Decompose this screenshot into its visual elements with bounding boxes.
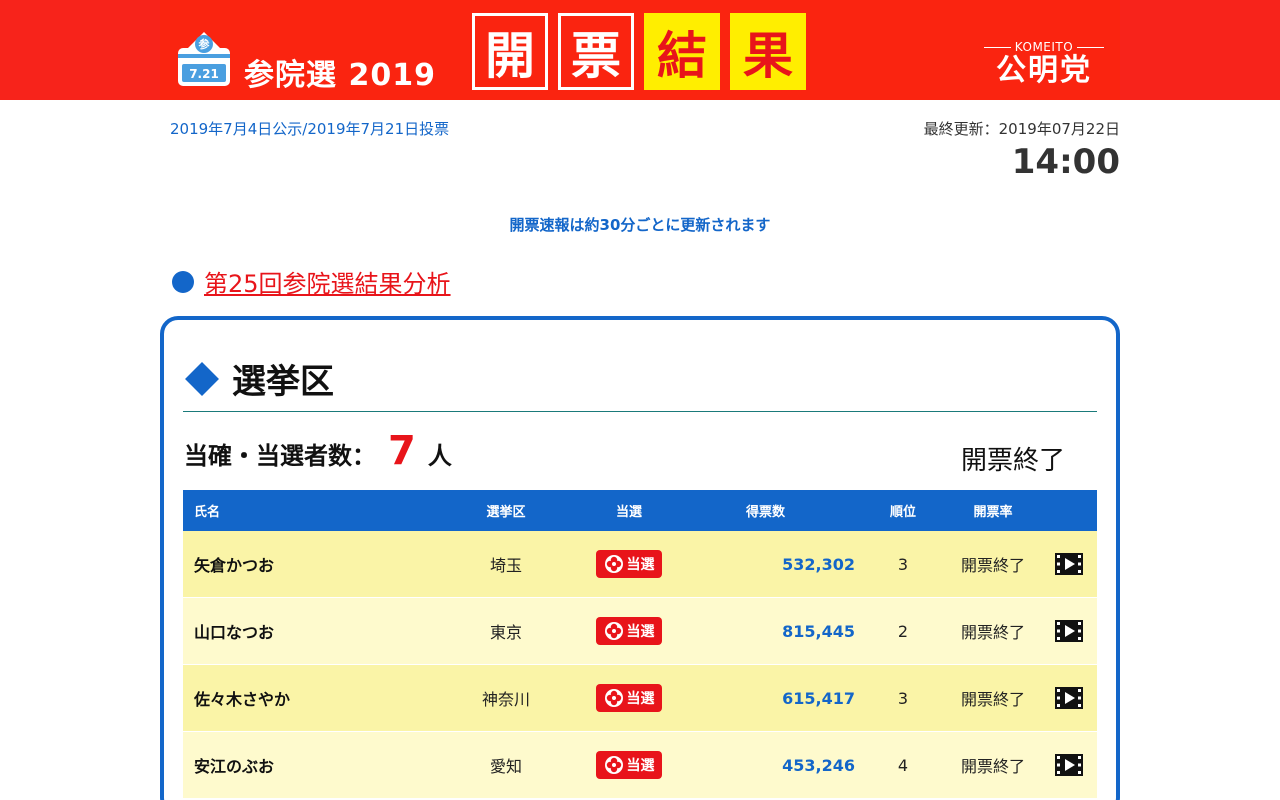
result-char-1: 開 <box>472 13 548 90</box>
table-row: 佐々木さやか 神奈川 当選 615,417 3 開票終了 <box>183 665 1097 732</box>
winner-count-number: 7 <box>388 428 416 474</box>
flower-icon <box>604 555 623 573</box>
video-icon[interactable] <box>1055 553 1083 575</box>
header-elected: 当選 <box>615 505 642 520</box>
candidate-name: 矢倉かつお <box>194 556 275 575</box>
party-sub: KOMEITO <box>984 40 1104 54</box>
video-icon[interactable] <box>1055 754 1083 776</box>
elected-text: 当選 <box>626 624 655 640</box>
analysis-link-text[interactable]: 第25回参院選結果分析 <box>204 264 451 299</box>
result-char-2: 票 <box>558 13 634 90</box>
elected-cell: 当選 <box>565 617 693 645</box>
table-row: 山口なつお 東京 当選 815,445 2 開票終了 <box>183 598 1097 665</box>
result-char-4: 果 <box>730 13 806 90</box>
header-votes: 得票数 <box>745 505 785 520</box>
table-row: 安江のぶお 愛知 当選 453,246 4 開票終了 <box>183 732 1097 799</box>
ballot-box-icon: 参 7.21 <box>178 32 230 86</box>
vote-count: 615,417 <box>782 688 855 708</box>
header-name: 氏名 <box>194 505 221 520</box>
elected-text: 当選 <box>626 691 655 707</box>
header-rate: 開票率 <box>973 505 1013 520</box>
candidate-district: 埼玉 <box>489 556 522 575</box>
elected-badge: 当選 <box>596 550 662 578</box>
party-logo[interactable]: KOMEITO 公明党 <box>984 40 1104 88</box>
candidate-name: 山口なつお <box>194 623 275 642</box>
rank: 2 <box>897 621 909 641</box>
count-status: 開票終了 <box>961 446 1066 476</box>
election-title: 参院選 2019 <box>244 58 436 93</box>
video-cell <box>1035 620 1097 642</box>
district-results-card: 選挙区 当確・当選者数： 7 人 開票終了 氏名 選挙区 当選 得票数 順位 開… <box>160 316 1120 800</box>
elected-text: 当選 <box>626 557 655 573</box>
elected-cell: 当選 <box>565 550 693 578</box>
count-rate: 開票終了 <box>960 556 1025 575</box>
analysis-link[interactable]: 第25回参院選結果分析 <box>172 264 451 299</box>
flower-icon <box>604 689 623 707</box>
section-title: 選挙区 <box>232 362 334 402</box>
party-name: 公明党 <box>996 53 1092 88</box>
video-icon[interactable] <box>1055 620 1083 642</box>
last-updated-time: 14:00 <box>1011 142 1120 182</box>
vote-count: 532,302 <box>782 554 855 574</box>
count-rate: 開票終了 <box>960 690 1025 709</box>
elected-badge: 当選 <box>596 751 662 779</box>
candidate-district: 神奈川 <box>481 690 530 709</box>
header-district: 選挙区 <box>486 505 526 520</box>
top-banner: 参 7.21 参院選 2019 開 票 結 果 KOMEITO 公明党 <box>0 0 1280 100</box>
ballot-date: 7.21 <box>189 67 219 81</box>
elected-text: 当選 <box>626 758 655 774</box>
rank: 3 <box>897 554 909 574</box>
ballot-label: 参 <box>199 37 211 51</box>
party-sub-text: KOMEITO <box>1014 40 1074 54</box>
election-dates: 2019年7月4日公示/2019年7月21日投票 <box>170 120 450 138</box>
flower-icon <box>604 756 623 774</box>
candidate-district: 愛知 <box>489 757 522 776</box>
elected-badge: 当選 <box>596 617 662 645</box>
table-row: 矢倉かつお 埼玉 当選 532,302 3 開票終了 <box>183 531 1097 598</box>
count-rate: 開票終了 <box>960 623 1025 642</box>
diamond-icon <box>185 361 219 396</box>
update-notice: 開票速報は約30分ごとに更新されます <box>509 216 771 234</box>
banner-content: 参 7.21 参院選 2019 開 票 結 果 KOMEITO 公明党 <box>160 0 1120 100</box>
candidate-name: 安江のぶお <box>194 757 275 776</box>
last-updated-label: 最終更新：2019年07月22日 <box>923 120 1120 138</box>
bullet-dot-icon <box>172 270 194 293</box>
section-header: 選挙区 <box>184 354 334 403</box>
video-cell <box>1035 754 1097 776</box>
flower-icon <box>604 622 623 640</box>
winner-count-label: 当確・当選者数： <box>184 442 376 470</box>
table-header: 氏名 選挙区 当選 得票数 順位 開票率 <box>183 490 1097 531</box>
elected-cell: 当選 <box>565 684 693 712</box>
header-rank: 順位 <box>889 505 916 520</box>
results-table: 氏名 選挙区 当選 得票数 順位 開票率 矢倉かつお 埼玉 当選 532,302… <box>183 490 1097 799</box>
video-cell <box>1035 687 1097 709</box>
candidate-name: 佐々木さやか <box>194 690 291 709</box>
video-cell <box>1035 553 1097 575</box>
vote-count: 815,445 <box>782 621 855 641</box>
rank: 4 <box>897 755 909 775</box>
result-char-3: 結 <box>644 13 720 90</box>
rank: 3 <box>897 688 909 708</box>
elected-badge: 当選 <box>596 684 662 712</box>
candidate-district: 東京 <box>489 623 522 642</box>
section-divider <box>183 411 1097 412</box>
result-heading: 開 票 結 果 <box>472 13 806 90</box>
vote-count: 453,246 <box>782 755 855 775</box>
winner-count-unit: 人 <box>427 442 452 470</box>
elected-cell: 当選 <box>565 751 693 779</box>
count-rate: 開票終了 <box>960 757 1025 776</box>
video-icon[interactable] <box>1055 687 1083 709</box>
winner-count: 当確・当選者数： 7 人 <box>184 428 452 474</box>
